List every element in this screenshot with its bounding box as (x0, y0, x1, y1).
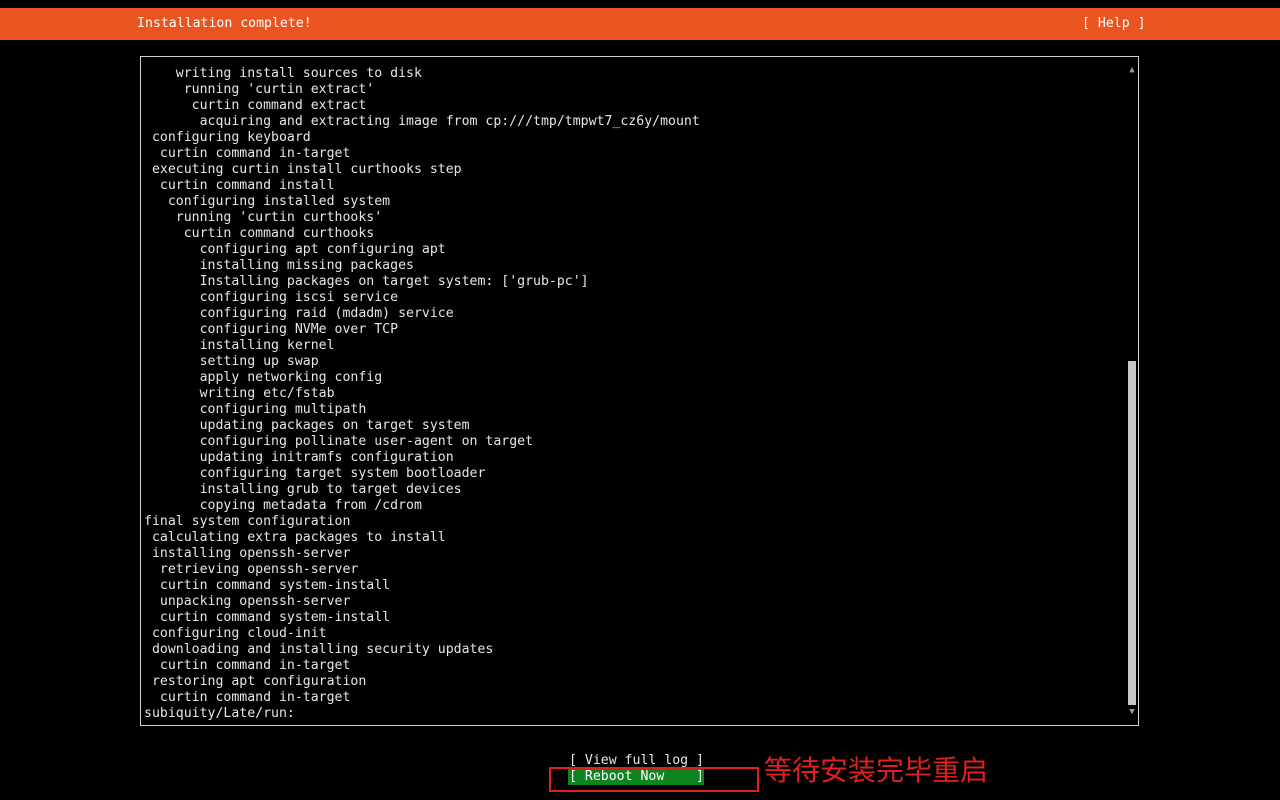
log-line: running 'curtin extract' (144, 82, 375, 97)
scroll-up-icon[interactable]: ▲ (1127, 65, 1137, 75)
log-line: configuring pollinate user-agent on targ… (144, 434, 534, 449)
log-line: curtin command in-target (144, 146, 351, 161)
log-line: updating initramfs configuration (144, 450, 454, 465)
log-line: configuring NVMe over TCP (144, 322, 399, 337)
log-line: curtin command extract (144, 98, 367, 113)
log-line: writing install sources to disk (144, 66, 422, 81)
log-line: curtin command in-target (144, 658, 351, 673)
log-line: unpacking openssh-server (144, 594, 351, 609)
install-log-panel[interactable]: writing install sources to disk running … (140, 56, 1139, 726)
log-line: configuring iscsi service (144, 290, 399, 305)
log-line: executing curtin install curthooks step (144, 162, 462, 177)
log-line: setting up swap (144, 354, 319, 369)
annotation-text: 等待安装完毕重启 (764, 754, 989, 787)
log-line: curtin command curthooks (144, 226, 375, 241)
install-log-list: writing install sources to disk running … (144, 66, 700, 722)
annotation-highlight-box (549, 767, 759, 792)
log-line: retrieving openssh-server (144, 562, 359, 577)
log-line: curtin command in-target (144, 690, 351, 705)
scroll-down-icon[interactable]: ▼ (1127, 707, 1137, 717)
log-line: configuring cloud-init (144, 626, 327, 641)
log-line: curtin command system-install (144, 610, 391, 625)
log-line: configuring keyboard (144, 130, 311, 145)
log-line: subiquity/Late/run: (144, 706, 295, 721)
log-line: configuring apt configuring apt (144, 242, 446, 257)
log-line: downloading and installing security upda… (144, 642, 494, 657)
log-line: copying metadata from /cdrom (144, 498, 422, 513)
header-bar: Installation complete! [ Help ] (0, 8, 1280, 40)
help-button[interactable]: [ Help ] (1082, 8, 1146, 40)
log-line: installing missing packages (144, 258, 414, 273)
log-line: curtin command install (144, 178, 335, 193)
log-line: installing grub to target devices (144, 482, 462, 497)
log-line: installing openssh-server (144, 546, 351, 561)
log-line: writing etc/fstab (144, 386, 335, 401)
log-line: installing kernel (144, 338, 335, 353)
log-line: acquiring and extracting image from cp:/… (144, 114, 700, 129)
log-line: curtin command system-install (144, 578, 391, 593)
log-line: configuring target system bootloader (144, 466, 486, 481)
log-line: updating packages on target system (144, 418, 470, 433)
log-line: configuring raid (mdadm) service (144, 306, 454, 321)
log-line: Installing packages on target system: ['… (144, 274, 589, 289)
log-line: configuring multipath (144, 402, 367, 417)
page-title: Installation complete! (137, 16, 312, 31)
log-line: running 'curtin curthooks' (144, 210, 383, 225)
log-scrollbar[interactable]: ▲ ▼ (1127, 65, 1137, 717)
log-line: calculating extra packages to install (144, 530, 446, 545)
log-line: restoring apt configuration (144, 674, 367, 689)
log-line: final system configuration (144, 514, 351, 529)
log-line: configuring installed system (144, 194, 391, 209)
scroll-thumb[interactable] (1128, 361, 1136, 705)
scroll-track[interactable] (1127, 77, 1137, 705)
log-line: apply networking config (144, 370, 383, 385)
